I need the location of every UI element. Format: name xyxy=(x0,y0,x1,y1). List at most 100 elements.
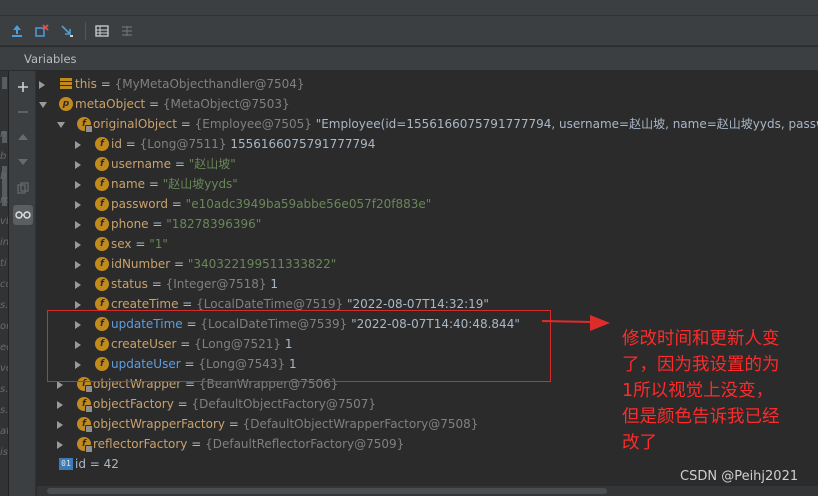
tree-row-id[interactable]: f id = {Long@7511} 1556166075791777794 xyxy=(37,134,818,154)
debugger-toolbar xyxy=(0,16,818,46)
tree-row-text: this = {MyMetaObjecthandler@7504} xyxy=(75,74,305,94)
drop-frame-icon[interactable] xyxy=(33,22,51,40)
tree-row-idnumber[interactable]: f idNumber = "340322199511333822" xyxy=(37,254,818,274)
expand-right-icon[interactable] xyxy=(75,261,81,269)
tree-row-text: id = 42 xyxy=(75,454,119,474)
scrollbar-thumb[interactable] xyxy=(47,488,607,494)
expand-right-icon[interactable] xyxy=(75,321,81,329)
variable-name: idNumber xyxy=(111,257,171,271)
tree-row-text: objectWrapper = {BeanWrapper@7506} xyxy=(93,374,338,394)
expand-right-icon[interactable] xyxy=(75,161,81,169)
variable-name: createUser xyxy=(111,337,177,351)
tree-row-name[interactable]: f name = "赵山坡yyds" xyxy=(37,174,818,194)
tree-row-text: idNumber = "340322199511333822" xyxy=(111,254,336,274)
string-value: "e10adc3949ba59abbe56e057f20f883e" xyxy=(185,197,432,211)
object-reference: {BeanWrapper@7506} xyxy=(198,377,339,391)
tree-row-status[interactable]: f status = {Integer@7518} 1 xyxy=(37,274,818,294)
edge-glyph: in xyxy=(0,237,9,248)
object-reference: {DefaultObjectFactory@7507} xyxy=(191,397,377,411)
object-reference: {DefaultObjectWrapperFactory@7508} xyxy=(242,417,479,431)
string-value: "赵山坡" xyxy=(188,157,236,171)
move-up-icon[interactable] xyxy=(13,127,33,147)
tree-row-metaobject[interactable]: p metaObject = {MetaObject@7503} xyxy=(37,94,818,114)
expand-right-icon[interactable] xyxy=(57,401,63,409)
expand-right-icon[interactable] xyxy=(75,281,81,289)
field-icon: f xyxy=(95,297,109,311)
expand-right-icon[interactable] xyxy=(75,301,81,309)
remove-watch-icon[interactable] xyxy=(13,102,33,122)
expand-right-icon[interactable] xyxy=(57,381,63,389)
expand-right-icon[interactable] xyxy=(75,141,81,149)
tree-row-text: phone = "18278396396" xyxy=(111,214,261,234)
equals-sign: = xyxy=(96,77,115,91)
edge-glyph: s. xyxy=(0,300,9,311)
show-execution-point-icon[interactable] xyxy=(8,22,26,40)
columns-icon[interactable] xyxy=(118,22,136,40)
field-icon: f xyxy=(95,357,109,371)
variable-name: this xyxy=(75,77,97,91)
equals-sign: = xyxy=(182,317,201,331)
tree-row-text: metaObject = {MetaObject@7503} xyxy=(75,94,290,114)
tree-row-sex[interactable]: f sex = "1" xyxy=(37,234,818,254)
expand-right-icon[interactable] xyxy=(57,421,63,429)
expand-right-icon[interactable] xyxy=(75,201,81,209)
variable-value: 1 xyxy=(281,337,293,351)
edge-glyph: co xyxy=(0,279,8,290)
expand-down-icon[interactable] xyxy=(57,122,65,128)
expand-right-icon[interactable] xyxy=(75,181,81,189)
annotation-line: 改了 xyxy=(622,433,657,453)
object-reference: {LocalDateTime@7539} xyxy=(200,317,348,331)
object-reference: {Long@7521} xyxy=(194,337,281,351)
tree-row-this[interactable]: this = {MyMetaObjecthandler@7504} xyxy=(37,74,818,94)
field-icon: f xyxy=(95,157,109,171)
edge-glyph: s. xyxy=(0,384,9,395)
annotation-line: 修改时间和更新人变 xyxy=(622,329,780,349)
tree-row-text: id = {Long@7511} 1556166075791777794 xyxy=(111,134,375,154)
variable-value: "2022-08-07T14:40:48.844" xyxy=(347,317,520,331)
expand-right-icon[interactable] xyxy=(75,241,81,249)
object-reference: {DefaultReflectorFactory@7509} xyxy=(205,437,405,451)
add-watch-icon[interactable] xyxy=(13,77,33,97)
horizontal-scrollbar[interactable] xyxy=(37,486,818,496)
copy-icon[interactable] xyxy=(13,178,33,198)
annotation-arrow-icon xyxy=(541,315,610,331)
move-down-icon[interactable] xyxy=(13,152,33,172)
object-reference: {Integer@7518} xyxy=(165,277,267,291)
tree-row-text: originalObject = {Employee@7505} "Employ… xyxy=(93,114,818,134)
expand-right-icon[interactable] xyxy=(75,341,81,349)
tree-row-phone[interactable]: f phone = "18278396396" xyxy=(37,214,818,234)
annotation-text: 修改时间和更新人变 了，因为我设置的为 1所以视觉上没变， 但是颜色告诉我已经 … xyxy=(622,326,817,456)
private-field-icon: f xyxy=(77,117,93,133)
table-view-icon[interactable] xyxy=(93,22,111,40)
edge-glyph: or xyxy=(0,321,8,332)
equals-sign: = xyxy=(176,337,195,351)
variable-value: 42 xyxy=(103,457,119,471)
annotation-line: 1所以视觉上没变， xyxy=(622,381,774,401)
expand-right-icon[interactable] xyxy=(75,221,81,229)
expand-right-icon[interactable] xyxy=(39,81,45,89)
tree-row-username[interactable]: f username = "赵山坡" xyxy=(37,154,818,174)
trace-into-icon[interactable] xyxy=(58,22,76,40)
editor-edge-strip: n b b m vb in ti co s. or ec ve s. s. at… xyxy=(0,71,9,496)
equals-sign: = xyxy=(171,157,189,171)
variable-name: name xyxy=(111,177,146,191)
tree-row-text: status = {Integer@7518} 1 xyxy=(111,274,278,294)
tree-row-password[interactable]: f password = "e10adc3949ba59abbe56e057f20… xyxy=(37,194,818,214)
expand-down-icon[interactable] xyxy=(39,102,47,108)
expand-right-icon[interactable] xyxy=(57,441,63,449)
edge-glyph: s. xyxy=(0,405,9,416)
watermark: CSDN @Peihj2021 xyxy=(680,469,799,484)
variable-name: username xyxy=(111,157,171,171)
expand-right-icon[interactable] xyxy=(75,361,81,369)
variable-name: password xyxy=(111,197,168,211)
panel-title: Variables xyxy=(24,52,77,66)
tree-row-text: name = "赵山坡yyds" xyxy=(111,174,238,194)
show-watches-icon[interactable] xyxy=(13,205,33,225)
tree-row-createtime[interactable]: f createTime = {LocalDateTime@7519} "2022… xyxy=(37,294,818,314)
tree-row-text: createTime = {LocalDateTime@7519} "2022-… xyxy=(111,294,489,314)
annotation-line: 但是颜色告诉我已经 xyxy=(622,407,780,427)
equals-sign: = xyxy=(180,357,199,371)
equals-sign: = xyxy=(187,437,206,451)
tree-row-originalobject[interactable]: f originalObject = {Employee@7505} "Emplo… xyxy=(37,114,818,134)
annotation-line: 了，因为我设置的为 xyxy=(622,355,780,375)
